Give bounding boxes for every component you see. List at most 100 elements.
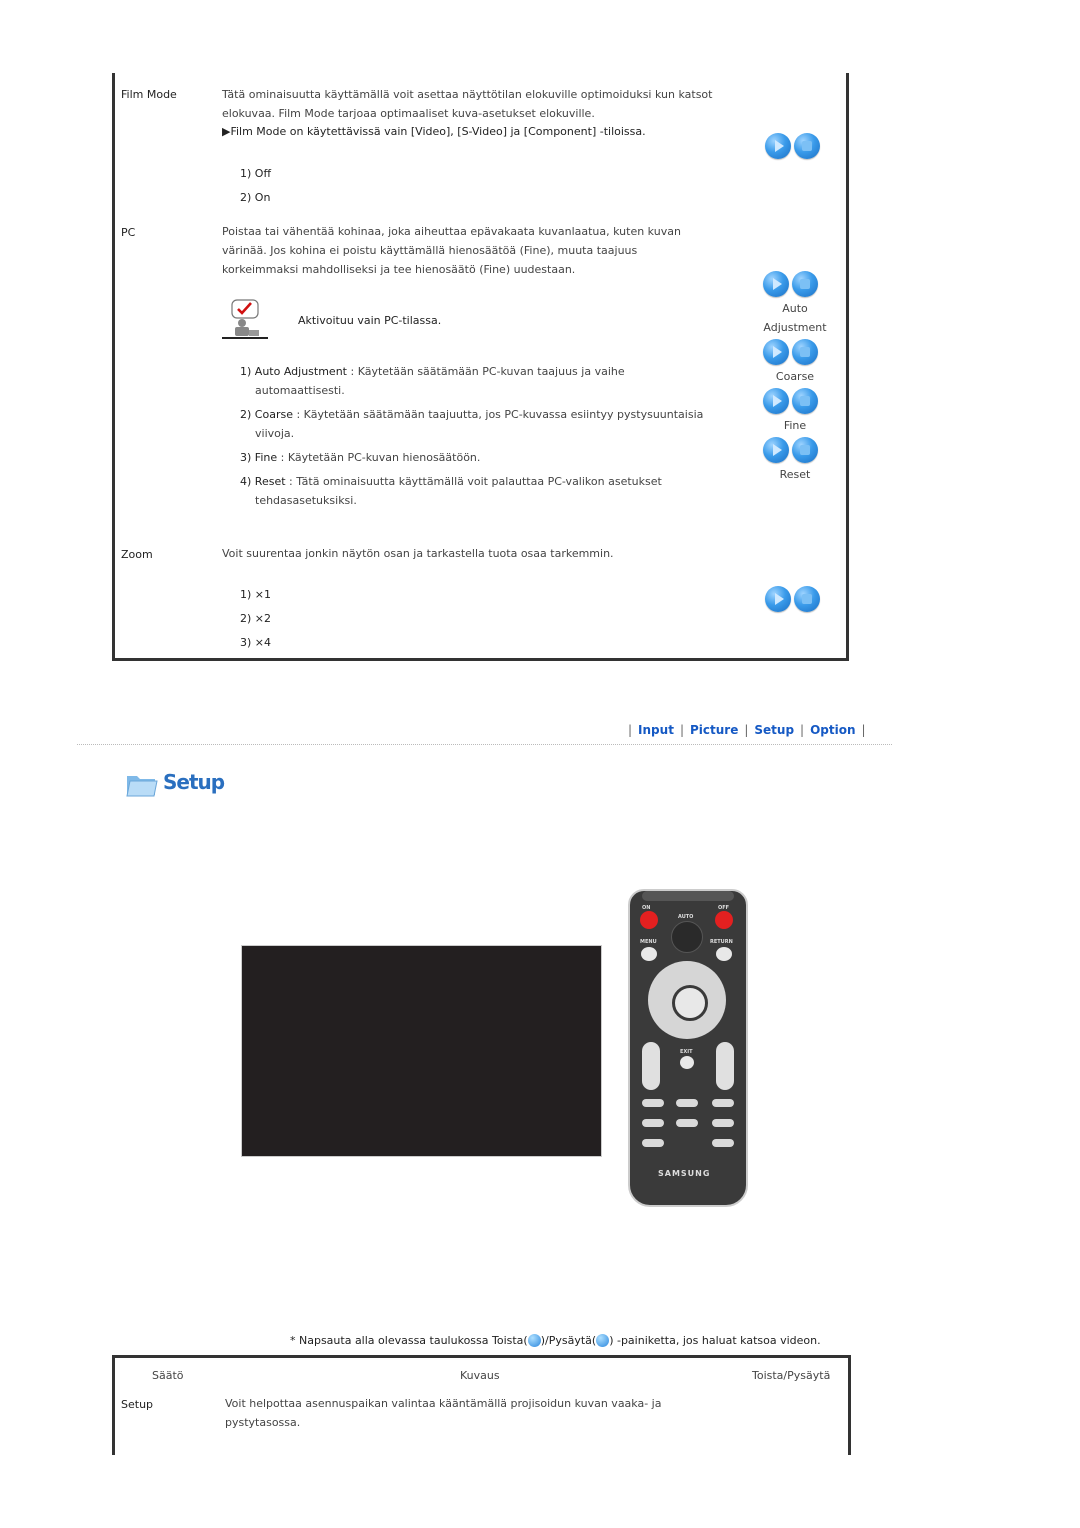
source-button[interactable] [672, 985, 708, 1021]
reset-video-controls [763, 437, 818, 463]
pc-item: 2) Coarse : Käytetään säätämään taajuutt… [240, 405, 703, 424]
table-header-control: Säätö [152, 1369, 184, 1382]
auto-button[interactable] [671, 921, 703, 953]
table-row-desc-1: Voit helpottaa asennuspaikan valintaa kä… [225, 1397, 662, 1410]
exit-button[interactable] [680, 1056, 694, 1069]
info-still-rocker[interactable] [716, 1042, 734, 1090]
pc-desc-2: värinää. Jos kohina ei poistu käyttämäll… [222, 244, 638, 257]
zoom-option: 3) ×4 [240, 636, 272, 649]
caption-fine: Fine [783, 419, 807, 432]
stop-icon[interactable] [792, 339, 818, 365]
power-on-button[interactable] [640, 911, 658, 929]
power-off-button[interactable] [715, 911, 733, 929]
stop-icon[interactable] [794, 133, 820, 159]
keystone-rocker[interactable] [642, 1042, 660, 1090]
instruction-suffix: ) -painiketta, jos haluat katsoa videon. [609, 1334, 821, 1347]
stop-icon[interactable] [792, 437, 818, 463]
pc-item-text: : Tätä ominaisuutta käyttämällä voit pal… [285, 475, 662, 488]
samsung-logo: SAMSUNG [658, 1169, 711, 1178]
remote-menu-label: MENU [640, 939, 657, 945]
psize-button[interactable] [642, 1139, 664, 1147]
svideo-button[interactable] [642, 1119, 664, 1127]
pc-desc-1: Poistaa tai vähentää kohinaa, joka aiheu… [222, 225, 681, 238]
caption-adjustment: Adjustment [763, 321, 827, 334]
return-button[interactable] [716, 947, 732, 961]
stop-icon[interactable] [794, 586, 820, 612]
pc-item-name: Coarse [254, 408, 293, 421]
table-header-description: Kuvaus [460, 1369, 500, 1382]
pc-item-num: 1) [240, 365, 252, 378]
section-title: Setup [163, 770, 225, 794]
pc-button[interactable] [676, 1119, 698, 1127]
pc-item: 3) Fine : Käytetään PC-kuvan hienosäätöö… [240, 448, 480, 467]
play-icon[interactable] [763, 437, 789, 463]
comp-button[interactable] [676, 1099, 698, 1107]
zoom-option: 1) ×1 [240, 588, 272, 601]
video-player-screen[interactable] [241, 945, 602, 1157]
pc-item-name: Auto Adjustment [254, 365, 347, 378]
coarse-video-controls [763, 339, 818, 365]
instruction-text: * Napsauta alla olevassa taulukossa Tois… [290, 1331, 821, 1350]
menu-button[interactable] [641, 947, 657, 961]
pc-item-num: 3) [240, 451, 252, 464]
auto-adjustment-video-controls [763, 271, 818, 297]
film-mode-option: 2) On [240, 191, 271, 204]
nav-separator: | [628, 723, 633, 737]
remote-auto-label: AUTO [678, 914, 694, 920]
section-nav: | Input | Picture | Setup | Option | [622, 723, 872, 737]
table-row-name: Setup [121, 1398, 154, 1411]
pc-item-num: 2) [240, 408, 252, 421]
stop-icon[interactable] [792, 388, 818, 414]
pc-item-text: : Käytetään säätämään PC-kuvan taajuus j… [347, 365, 625, 378]
zoom-label: Zoom [121, 548, 153, 561]
remote-return-label: RETURN [710, 939, 733, 945]
pc-item-cont: automaattisesti. [255, 384, 345, 397]
play-icon[interactable] [763, 339, 789, 365]
play-icon [527, 1334, 541, 1347]
install-button[interactable] [712, 1119, 734, 1127]
divider [77, 744, 892, 745]
stop-icon [596, 1334, 610, 1347]
film-mode-video-controls [765, 133, 820, 159]
play-icon[interactable] [765, 586, 791, 612]
pc-item-num: 4) [240, 475, 252, 488]
folder-icon [125, 770, 159, 798]
fine-video-controls [763, 388, 818, 414]
film-mode-label: Film Mode [121, 88, 177, 101]
pc-note: Aktivoituu vain PC-tilassa. [298, 314, 442, 327]
pc-label: PC [121, 226, 136, 239]
pc-item-cont: viivoja. [255, 427, 295, 440]
nav-link-input[interactable]: Input [638, 723, 674, 737]
table-row-desc-2: pystytasossa. [225, 1416, 301, 1429]
hdmi-button[interactable] [712, 1099, 734, 1107]
instruction-prefix: * Napsauta alla olevassa taulukossa Tois… [290, 1334, 528, 1347]
pc-item-text: : Käytetään säätämään taajuutta, jos PC-… [292, 408, 704, 421]
zoom-option: 2) ×2 [240, 612, 272, 625]
pc-item: 4) Reset : Tätä ominaisuutta käyttämällä… [240, 472, 662, 491]
pc-item-name: Fine [254, 451, 278, 464]
pc-desc-3: korkeimmaksi mahdolliseksi ja tee hienos… [222, 263, 576, 276]
film-mode-option: 1) Off [240, 167, 272, 180]
pmode-button[interactable] [712, 1139, 734, 1147]
film-mode-desc-2: elokuvaa. Film Mode tarjoaa optimaaliset… [222, 107, 595, 120]
play-icon[interactable] [763, 388, 789, 414]
nav-link-setup[interactable]: Setup [754, 723, 794, 737]
nav-link-option[interactable]: Option [810, 723, 855, 737]
nav-separator: | [679, 723, 684, 737]
pc-item-text: : Käytetään PC-kuvan hienosäätöön. [277, 451, 481, 464]
play-icon[interactable] [763, 271, 789, 297]
play-icon[interactable] [765, 133, 791, 159]
remote-control-image: ON OFF AUTO MENU RETURN EXIT SAMSUNG [628, 889, 748, 1207]
pc-item-name: Reset [254, 475, 286, 488]
zoom-desc: Voit suurentaa jonkin näytön osan ja tar… [222, 547, 614, 560]
film-mode-note: ▶Film Mode on käytettävissä vain [Video]… [222, 125, 646, 138]
film-mode-desc-1: Tätä ominaisuutta käyttämällä voit asett… [222, 88, 713, 101]
video-button[interactable] [642, 1099, 664, 1107]
nav-link-picture[interactable]: Picture [690, 723, 738, 737]
stop-icon[interactable] [792, 271, 818, 297]
note-person-icon [222, 298, 270, 340]
nav-separator: | [744, 723, 749, 737]
zoom-video-controls [765, 586, 820, 612]
caption-reset: Reset [779, 468, 811, 481]
caption-coarse: Coarse [775, 370, 815, 383]
